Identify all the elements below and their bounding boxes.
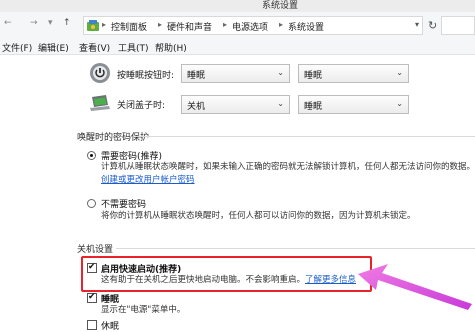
menu-file[interactable]: 文件(F): [2, 41, 32, 54]
chevron-down-icon: ⌄: [277, 99, 284, 108]
breadcrumb-separator-icon: ▸: [279, 20, 284, 29]
no-password-label[interactable]: 不需要密码: [101, 197, 146, 210]
title-bar: 系统设置: [0, 0, 475, 12]
menu-edit[interactable]: 编辑(E): [38, 41, 69, 54]
menu-tools[interactable]: 工具(T): [118, 41, 149, 54]
recent-dropdown-icon[interactable]: ▾: [48, 18, 53, 28]
power-button-plugged-value: 睡眠: [304, 71, 323, 81]
hibernate-label[interactable]: 休眠: [101, 319, 119, 332]
address-bar[interactable]: ▸ 控制面板 ▸ 硬件和声音 ▸ 电源选项 ▸ 系统设置 ▾: [83, 16, 423, 35]
up-icon[interactable]: ↑: [63, 18, 71, 28]
control-panel-icon: [87, 20, 99, 31]
power-button-battery-select[interactable]: 睡眠 ⌄: [181, 64, 290, 83]
no-password-desc: 将你的计算机从睡眠状态唤醒时，任何人都可以访问你的数据，因为计算机未锁定。: [101, 211, 416, 221]
breadcrumb-power-options[interactable]: 电源选项: [232, 20, 268, 33]
hibernate-checkbox[interactable]: [87, 320, 97, 330]
highlight-box: [81, 256, 372, 292]
window-title: 系统设置: [262, 1, 299, 11]
require-password-radio[interactable]: [87, 151, 96, 160]
lid-battery-value: 关机: [187, 102, 206, 112]
breadcrumb-separator-icon: ▸: [102, 20, 107, 29]
chevron-down-icon: ⌄: [396, 99, 403, 108]
refresh-icon[interactable]: ↻: [428, 19, 437, 32]
lid-label: 关闭盖子时:: [117, 101, 166, 111]
power-button-plugged-select[interactable]: 睡眠 ⌄: [298, 64, 409, 83]
chevron-down-icon: ⌄: [396, 68, 403, 77]
breadcrumb-hardware-sound[interactable]: 硬件和声音: [167, 20, 212, 33]
power-button-icon: [90, 63, 110, 83]
menu-help[interactable]: 帮助(H): [155, 41, 187, 54]
no-password-radio[interactable]: [87, 199, 96, 208]
lid-plugged-select[interactable]: 睡眠 ⌄: [298, 95, 409, 114]
divider: [116, 248, 475, 249]
lid-battery-select[interactable]: 关机 ⌄: [181, 95, 290, 114]
chevron-down-icon: ⌄: [277, 68, 284, 77]
breadcrumb-separator-icon: ▸: [158, 20, 163, 29]
breadcrumb-separator-icon: ▸: [223, 20, 228, 29]
power-button-label: 按睡眠按钮时:: [117, 71, 175, 81]
back-icon[interactable]: ←: [4, 18, 12, 28]
divider: [136, 136, 475, 137]
menu-view[interactable]: 查看(V): [79, 41, 110, 54]
address-row: ← → ▾ ↑ ▸ 控制面板 ▸ 硬件和声音 ▸ 电源选项 ▸ 系统设置 ▾: [0, 12, 475, 38]
sleep-checkbox[interactable]: [87, 292, 97, 303]
shutdown-heading: 关机设置: [77, 245, 114, 255]
sleep-desc: 显示在"电源"菜单中。: [101, 305, 186, 315]
breadcrumb-system-settings[interactable]: 系统设置: [288, 20, 324, 33]
laptop-lid-icon: [90, 95, 110, 111]
lid-plugged-value: 睡眠: [304, 102, 323, 112]
menu-bar: 文件(F) 编辑(E) 查看(V) 工具(T) 帮助(H): [0, 38, 475, 55]
forward-icon[interactable]: →: [30, 18, 38, 28]
breadcrumb-control-panel[interactable]: 控制面板: [111, 20, 147, 33]
power-button-battery-value: 睡眠: [187, 71, 206, 81]
search-input[interactable]: [441, 16, 475, 35]
create-password-link[interactable]: 创建或更改用户帐户密码: [101, 174, 195, 187]
require-password-desc: 计算机从睡眠状态唤醒时，如果未输入正确的密码就无法解锁计算机，任何人都无法访问你…: [101, 162, 475, 172]
address-dropdown-icon[interactable]: ▾: [415, 20, 419, 29]
pointer-arrow-icon: [358, 264, 472, 310]
